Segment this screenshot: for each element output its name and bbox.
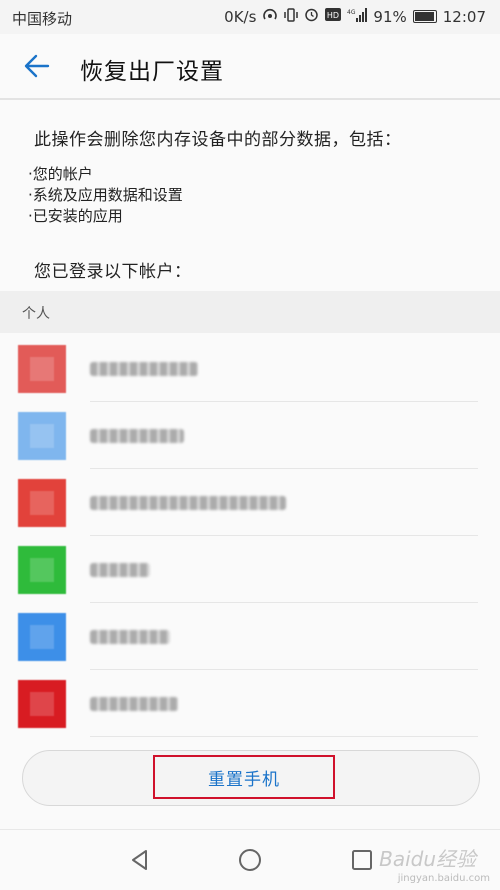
section-label: 个人 <box>22 306 50 322</box>
divider <box>90 401 478 402</box>
svg-text:4G: 4G <box>347 9 356 16</box>
back-triangle-icon[interactable] <box>128 848 152 872</box>
page-title: 恢复出厂设置 <box>80 59 224 85</box>
divider <box>90 669 478 670</box>
divider <box>90 468 478 469</box>
account-name-redacted <box>90 630 170 644</box>
account-item[interactable] <box>0 671 500 737</box>
account-avatar <box>18 345 66 393</box>
navigation-bar: Baidu经验 jingyan.baidu.com <box>0 829 500 890</box>
divider <box>90 736 478 737</box>
home-circle-icon[interactable] <box>238 848 262 872</box>
back-arrow-icon <box>24 54 50 78</box>
status-bar: 中国移动 0K/s HD 4G 91% 12:07 <box>0 0 500 34</box>
account-item[interactable] <box>0 537 500 603</box>
account-item[interactable] <box>0 604 500 670</box>
watermark-logo: Baidu经验 <box>379 847 476 871</box>
account-name-redacted <box>90 429 184 443</box>
battery-icon <box>412 10 437 23</box>
account-avatar <box>18 613 66 661</box>
reset-phone-button[interactable]: 重置手机 <box>153 755 335 799</box>
account-item[interactable] <box>0 336 500 402</box>
battery-percent: 91% <box>373 7 407 26</box>
hd-icon: HD <box>325 8 342 25</box>
account-avatar <box>18 479 66 527</box>
app-bar: 恢复出厂设置 <box>0 34 500 100</box>
divider <box>90 602 478 603</box>
hotspot-icon <box>262 8 278 26</box>
logged-in-label: 您已登录以下帐户： <box>34 262 192 282</box>
list-item: ·您的帐户 <box>28 165 93 183</box>
svg-text:HD: HD <box>327 11 339 20</box>
carrier-name: 中国移动 <box>12 10 73 28</box>
warning-description: 此操作会删除您内存设备中的部分数据，包括： <box>34 130 402 150</box>
data-list: ·您的帐户 ·系统及应用数据和设置 ·已安装的应用 <box>28 164 183 227</box>
section-header-personal: 个人 <box>0 291 500 333</box>
account-item[interactable] <box>0 403 500 469</box>
account-name-redacted <box>90 697 178 711</box>
clock: 12:07 <box>442 7 486 26</box>
4g-signal-icon: 4G <box>347 7 368 26</box>
divider <box>90 535 478 536</box>
network-speed: 0K/s <box>224 7 257 26</box>
alarm-icon <box>304 7 319 26</box>
vibrate-icon <box>284 7 299 26</box>
account-item[interactable] <box>0 470 500 536</box>
list-item: ·系统及应用数据和设置 <box>28 186 183 204</box>
reset-button-container: 重置手机 <box>22 750 480 806</box>
account-name-redacted <box>90 563 150 577</box>
account-avatar <box>18 680 66 728</box>
account-name-redacted <box>90 362 198 376</box>
list-item: ·已安装的应用 <box>28 207 123 225</box>
account-avatar <box>18 546 66 594</box>
account-name-redacted <box>90 496 286 510</box>
recents-square-icon[interactable] <box>350 848 374 872</box>
account-avatar <box>18 412 66 460</box>
back-button[interactable] <box>16 48 56 84</box>
status-icons: 0K/s HD 4G 91% 12:07 <box>224 7 486 26</box>
watermark-url: jingyan.baidu.com <box>397 873 490 884</box>
